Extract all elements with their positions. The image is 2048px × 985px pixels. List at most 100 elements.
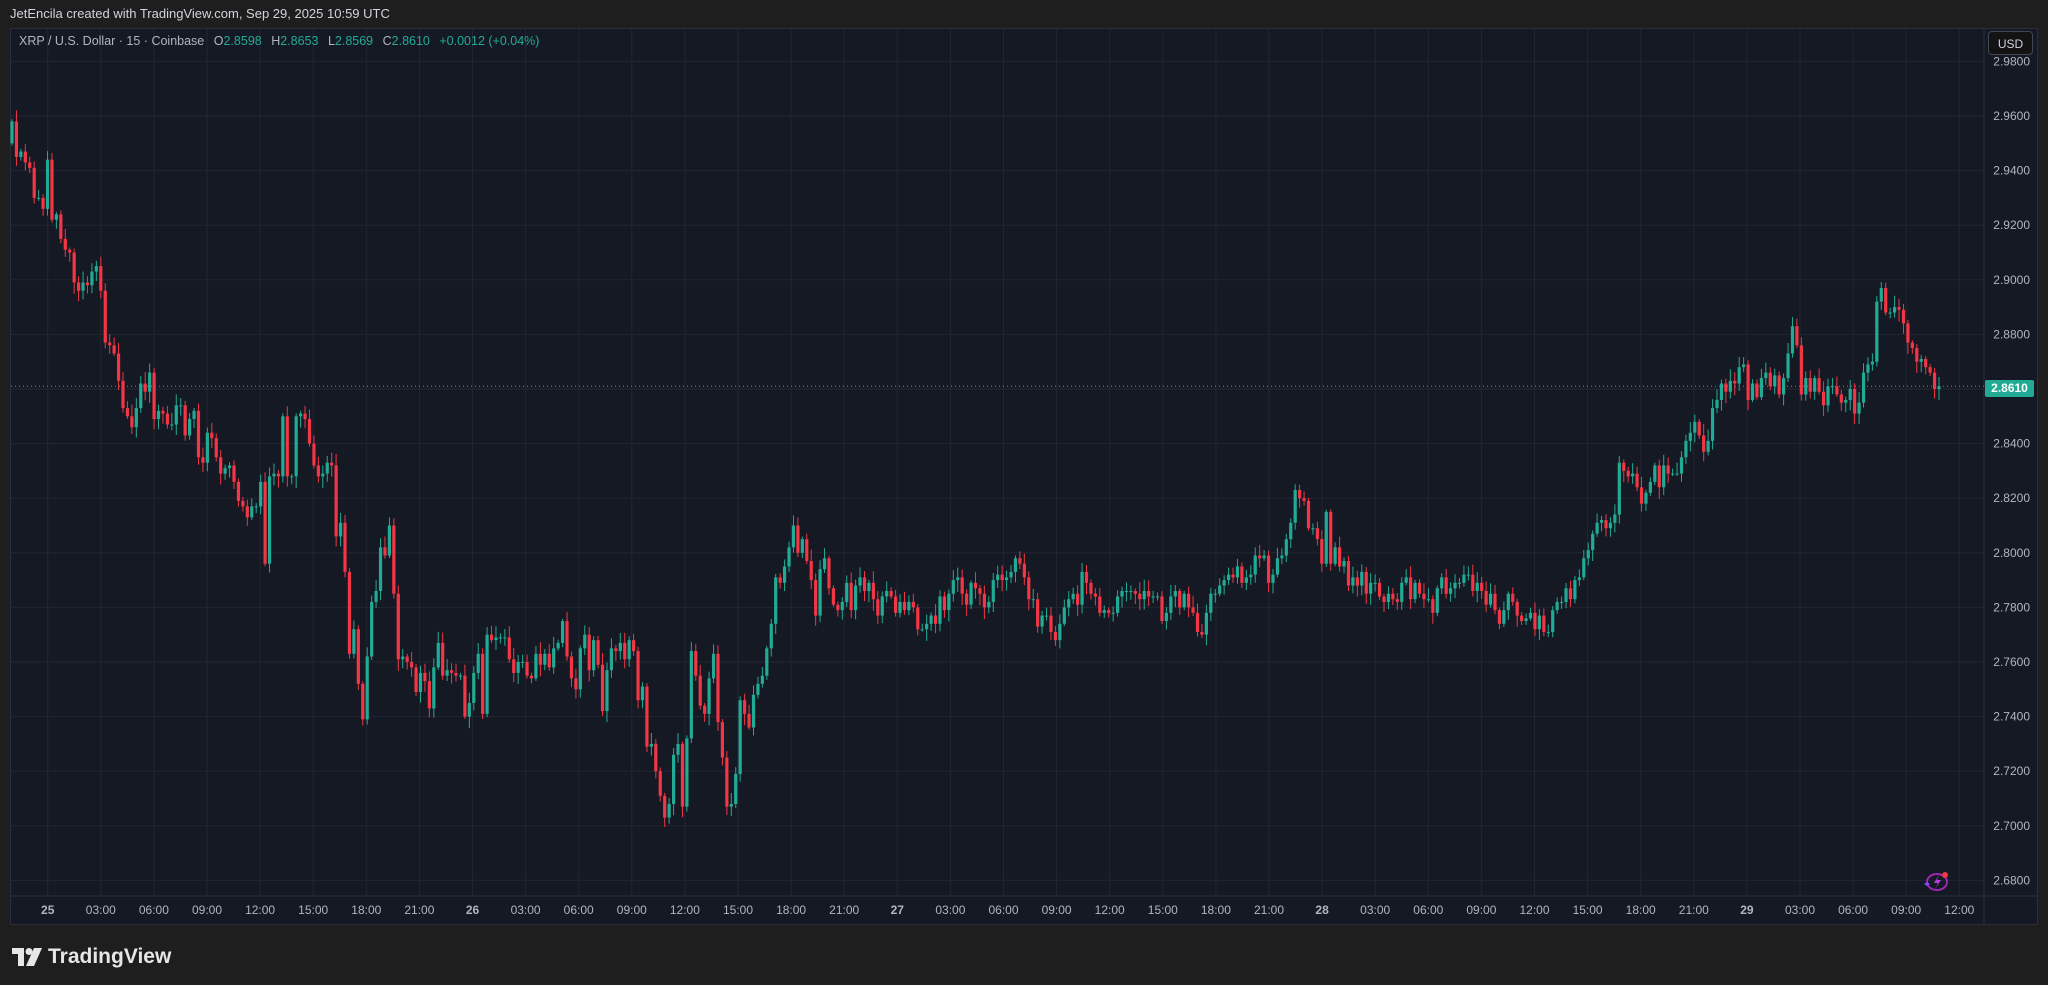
candle-down bbox=[836, 604, 840, 611]
candle-down bbox=[1604, 520, 1608, 529]
candle-up bbox=[1155, 596, 1160, 598]
candle-up bbox=[148, 372, 152, 392]
candle-up bbox=[370, 601, 374, 657]
candle-down bbox=[1306, 500, 1311, 529]
candle-up bbox=[156, 410, 161, 420]
candle-down bbox=[330, 462, 334, 466]
candle-down bbox=[1382, 596, 1386, 602]
candle-up bbox=[1164, 612, 1169, 622]
tradingview-logo[interactable]: TradingView bbox=[12, 945, 171, 969]
candle-down bbox=[538, 653, 542, 665]
candle-down bbox=[831, 588, 836, 605]
price-tick-label: 2.9600 bbox=[1993, 109, 2030, 123]
symbol-title[interactable]: XRP / U.S. Dollar · 15 · Coinbase bbox=[19, 34, 204, 48]
candle-up bbox=[179, 405, 183, 407]
candle-down bbox=[165, 413, 170, 425]
candle-down bbox=[1431, 599, 1435, 613]
candle-down bbox=[645, 686, 649, 747]
candle-up bbox=[1071, 593, 1075, 600]
candle-up bbox=[685, 738, 689, 807]
candle-down bbox=[1240, 566, 1244, 583]
candle-up bbox=[1275, 558, 1280, 575]
candle-down bbox=[1266, 555, 1271, 583]
candle-down bbox=[214, 438, 218, 458]
candle-down bbox=[1098, 596, 1102, 613]
candle-down bbox=[392, 525, 396, 594]
candle-up bbox=[1009, 571, 1013, 578]
currency-button[interactable]: USD bbox=[1988, 31, 2033, 55]
candle-down bbox=[814, 580, 818, 616]
candle-up bbox=[1151, 596, 1155, 598]
candle-up bbox=[1506, 593, 1510, 611]
candle-down bbox=[1093, 593, 1097, 597]
candle-up bbox=[1679, 457, 1684, 474]
candle-down bbox=[1191, 607, 1195, 613]
candle-down bbox=[361, 683, 365, 720]
candle-up bbox=[1750, 383, 1755, 400]
candle-up bbox=[321, 473, 325, 477]
candle-up bbox=[1528, 612, 1533, 619]
candle-down bbox=[1484, 591, 1488, 605]
candle-up bbox=[432, 667, 436, 709]
candle-down bbox=[183, 405, 187, 436]
candle-up bbox=[1888, 312, 1892, 314]
candle-up bbox=[1182, 593, 1186, 608]
candle-up bbox=[1737, 367, 1741, 384]
candle-up bbox=[1693, 421, 1697, 433]
candle-up bbox=[134, 408, 138, 428]
candle-up bbox=[299, 413, 303, 417]
candle-up bbox=[818, 569, 822, 616]
candle-down bbox=[1808, 378, 1812, 392]
candle-down bbox=[725, 757, 729, 807]
low-label: L bbox=[327, 34, 335, 48]
candle-down bbox=[1346, 560, 1351, 586]
candle-down bbox=[1666, 465, 1670, 474]
candle-up bbox=[1293, 490, 1297, 523]
candle-down bbox=[512, 659, 516, 673]
candle-up bbox=[1466, 574, 1470, 576]
candlestick-chart[interactable]: 2.9800 2.9600 2.9400 2.9200 2.9000 2.8800 2.86… bbox=[0, 0, 2048, 985]
time-tick-label: 12:00 bbox=[670, 903, 700, 917]
time-tick-label: 06:00 bbox=[564, 903, 594, 917]
candle-up bbox=[734, 773, 738, 804]
candle-up bbox=[476, 653, 480, 673]
high-label: H bbox=[271, 34, 281, 48]
candle-down bbox=[1853, 389, 1857, 414]
candle-down bbox=[99, 266, 103, 291]
candle-down bbox=[1298, 490, 1302, 499]
candle-down bbox=[973, 582, 978, 589]
time-tick-label: 03:00 bbox=[1360, 903, 1390, 917]
lightning-icon[interactable] bbox=[1922, 870, 1950, 894]
candle-up bbox=[1218, 585, 1222, 594]
candle-down bbox=[960, 577, 964, 594]
candle-up bbox=[578, 648, 582, 690]
candle-up bbox=[1475, 582, 1479, 592]
price-tick-label: 2.9000 bbox=[1993, 273, 2030, 287]
candle-up bbox=[925, 623, 929, 630]
candle-up bbox=[1253, 555, 1257, 575]
candle-down bbox=[1480, 582, 1484, 592]
candle-down bbox=[1231, 574, 1235, 578]
candle-down bbox=[1497, 610, 1502, 624]
high-value: 2.8653 bbox=[280, 34, 319, 48]
price-tick-label: 2.7600 bbox=[1993, 655, 2030, 669]
candle-up bbox=[467, 702, 471, 717]
candle-down bbox=[1733, 380, 1737, 384]
candle-up bbox=[1440, 577, 1444, 589]
candle-down bbox=[1755, 383, 1759, 398]
candle-up bbox=[1062, 607, 1066, 624]
candle-up bbox=[1173, 591, 1177, 597]
candle-down bbox=[1364, 571, 1368, 594]
candle-down bbox=[1302, 498, 1306, 501]
candle-up bbox=[1404, 577, 1408, 583]
candle-down bbox=[1910, 342, 1914, 349]
candle-down bbox=[1702, 435, 1706, 452]
time-tick-label: 18:00 bbox=[1201, 903, 1231, 917]
candle-up bbox=[94, 266, 98, 272]
candle-up bbox=[516, 662, 520, 673]
candle-up bbox=[1524, 618, 1528, 622]
candle-down bbox=[161, 410, 165, 414]
candle-down bbox=[68, 249, 72, 253]
candle-down bbox=[383, 547, 387, 556]
candle-up bbox=[649, 743, 653, 747]
